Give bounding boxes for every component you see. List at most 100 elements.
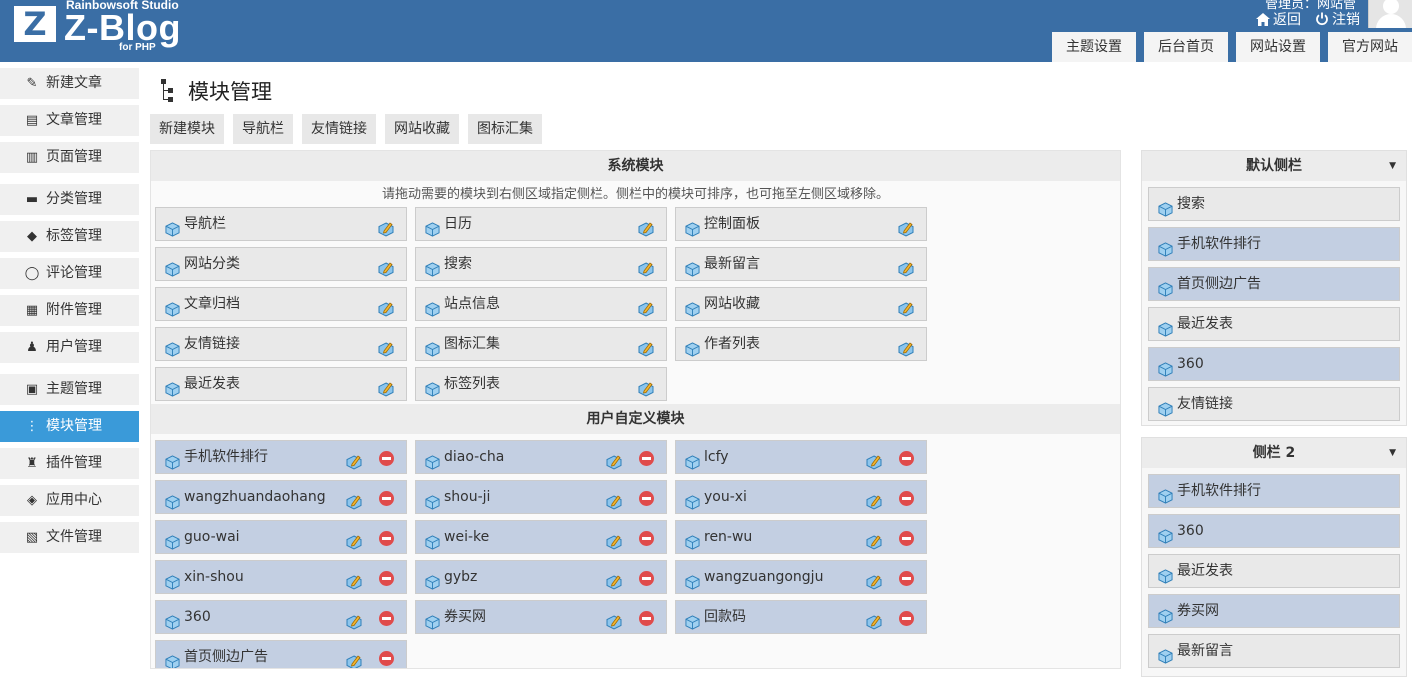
edit-module-icon[interactable] — [898, 297, 914, 317]
sidebar-item[interactable]: ▬ 分类管理 — [0, 184, 139, 215]
edit-module-icon[interactable] — [866, 530, 882, 550]
caret-down-icon[interactable]: ▼ — [1389, 438, 1396, 468]
edit-module-icon[interactable] — [898, 257, 914, 277]
user-module-item[interactable]: you-xi — [675, 480, 927, 514]
edit-module-icon[interactable] — [898, 217, 914, 237]
system-module-item[interactable]: 文章归档 — [155, 287, 407, 321]
edit-module-icon[interactable] — [606, 490, 622, 510]
sidebar-module-item[interactable]: 最新留言 — [1148, 634, 1400, 668]
sidebar-item[interactable]: ◆ 标签管理 — [0, 221, 139, 252]
sidebar-item[interactable]: ♟ 用户管理 — [0, 332, 139, 363]
user-module-item[interactable]: 回款码 — [675, 600, 927, 634]
sidebar-item[interactable]: ✎ 新建文章 — [0, 68, 139, 99]
system-module-item[interactable]: 作者列表 — [675, 327, 927, 361]
delete-module-icon[interactable] — [639, 611, 654, 626]
edit-module-icon[interactable] — [606, 610, 622, 630]
edit-module-icon[interactable] — [638, 377, 654, 397]
system-module-item[interactable]: 搜索 — [415, 247, 667, 281]
edit-module-icon[interactable] — [638, 337, 654, 357]
user-module-item[interactable]: wangzhuandaohang — [155, 480, 407, 514]
delete-module-icon[interactable] — [899, 571, 914, 586]
sub-tab-3[interactable]: 网站收藏 — [385, 114, 459, 144]
edit-module-icon[interactable] — [378, 337, 394, 357]
edit-module-icon[interactable] — [346, 570, 362, 590]
system-module-item[interactable]: 友情链接 — [155, 327, 407, 361]
user-module-item[interactable]: shou-ji — [415, 480, 667, 514]
caret-down-icon[interactable]: ▼ — [1389, 151, 1396, 181]
zblog-logo[interactable]: Z Rainbowsoft Studio Z-Blog for PHP — [12, 0, 202, 58]
user-module-item[interactable]: wangzuangongju — [675, 560, 927, 594]
sidebar-module-item[interactable]: 最近发表 — [1148, 307, 1400, 341]
sidebar-item[interactable]: ▧ 文件管理 — [0, 522, 139, 553]
system-module-item[interactable]: 网站分类 — [155, 247, 407, 281]
sidebar-item[interactable]: ◯ 评论管理 — [0, 258, 139, 289]
delete-module-icon[interactable] — [379, 491, 394, 506]
edit-module-icon[interactable] — [378, 257, 394, 277]
back-link[interactable]: 返回 — [1256, 9, 1301, 29]
system-module-item[interactable]: 网站收藏 — [675, 287, 927, 321]
sidebar-item[interactable]: ♜ 插件管理 — [0, 448, 139, 479]
logout-link[interactable]: 注销 — [1315, 9, 1360, 29]
sidebar-module-item[interactable]: 手机软件排行 — [1148, 227, 1400, 261]
sidebar-module-item[interactable]: 手机软件排行 — [1148, 474, 1400, 508]
edit-module-icon[interactable] — [638, 217, 654, 237]
delete-module-icon[interactable] — [379, 451, 394, 466]
edit-module-icon[interactable] — [866, 490, 882, 510]
edit-module-icon[interactable] — [606, 450, 622, 470]
sidebar-item[interactable]: ▥ 页面管理 — [0, 142, 139, 173]
edit-module-icon[interactable] — [378, 377, 394, 397]
user-module-item[interactable]: diao-cha — [415, 440, 667, 474]
sub-tab-4[interactable]: 图标汇集 — [468, 114, 542, 144]
delete-module-icon[interactable] — [899, 491, 914, 506]
delete-module-icon[interactable] — [379, 531, 394, 546]
sidebar-panel-header[interactable]: 默认侧栏 ▼ — [1142, 151, 1406, 181]
user-module-item[interactable]: ren-wu — [675, 520, 927, 554]
edit-module-icon[interactable] — [638, 297, 654, 317]
delete-module-icon[interactable] — [379, 611, 394, 626]
system-module-item[interactable]: 图标汇集 — [415, 327, 667, 361]
edit-module-icon[interactable] — [606, 530, 622, 550]
delete-module-icon[interactable] — [639, 451, 654, 466]
sub-tab-0[interactable]: 新建模块 — [150, 114, 224, 144]
sidebar-module-item[interactable]: 券买网 — [1148, 594, 1400, 628]
edit-module-icon[interactable] — [378, 297, 394, 317]
user-module-item[interactable]: 券买网 — [415, 600, 667, 634]
edit-module-icon[interactable] — [866, 450, 882, 470]
edit-module-icon[interactable] — [378, 217, 394, 237]
delete-module-icon[interactable] — [899, 611, 914, 626]
system-module-item[interactable]: 最新留言 — [675, 247, 927, 281]
sidebar-item[interactable]: ▣ 主题管理 — [0, 374, 139, 405]
user-module-item[interactable]: guo-wai — [155, 520, 407, 554]
sidebar-item[interactable]: ◈ 应用中心 — [0, 485, 139, 516]
delete-module-icon[interactable] — [639, 491, 654, 506]
sidebar-item[interactable]: ▦ 附件管理 — [0, 295, 139, 326]
sidebar-module-item[interactable]: 首页侧边广告 — [1148, 267, 1400, 301]
delete-module-icon[interactable] — [899, 531, 914, 546]
delete-module-icon[interactable] — [639, 571, 654, 586]
top-tab-0[interactable]: 主题设置 — [1052, 32, 1136, 62]
sub-tab-2[interactable]: 友情链接 — [302, 114, 376, 144]
top-tab-3[interactable]: 官方网站 — [1328, 32, 1412, 62]
edit-module-icon[interactable] — [346, 490, 362, 510]
top-tab-1[interactable]: 后台首页 — [1144, 32, 1228, 62]
system-module-item[interactable]: 导航栏 — [155, 207, 407, 241]
edit-module-icon[interactable] — [606, 570, 622, 590]
user-module-item[interactable]: gybz — [415, 560, 667, 594]
sub-tab-1[interactable]: 导航栏 — [233, 114, 293, 144]
sidebar-module-item[interactable]: 360 — [1148, 514, 1400, 548]
system-module-item[interactable]: 最近发表 — [155, 367, 407, 401]
system-module-item[interactable]: 站点信息 — [415, 287, 667, 321]
user-module-item[interactable]: wei-ke — [415, 520, 667, 554]
sidebar-module-item[interactable]: 360 — [1148, 347, 1400, 381]
delete-module-icon[interactable] — [899, 451, 914, 466]
user-module-item[interactable]: xin-shou — [155, 560, 407, 594]
delete-module-icon[interactable] — [379, 571, 394, 586]
system-module-item[interactable]: 日历 — [415, 207, 667, 241]
edit-module-icon[interactable] — [346, 530, 362, 550]
user-module-item[interactable]: 首页侧边广告 — [155, 640, 407, 668]
top-tab-2[interactable]: 网站设置 — [1236, 32, 1320, 62]
system-module-item[interactable]: 标签列表 — [415, 367, 667, 401]
system-module-item[interactable]: 控制面板 — [675, 207, 927, 241]
user-module-item[interactable]: 手机软件排行 — [155, 440, 407, 474]
edit-module-icon[interactable] — [346, 450, 362, 470]
